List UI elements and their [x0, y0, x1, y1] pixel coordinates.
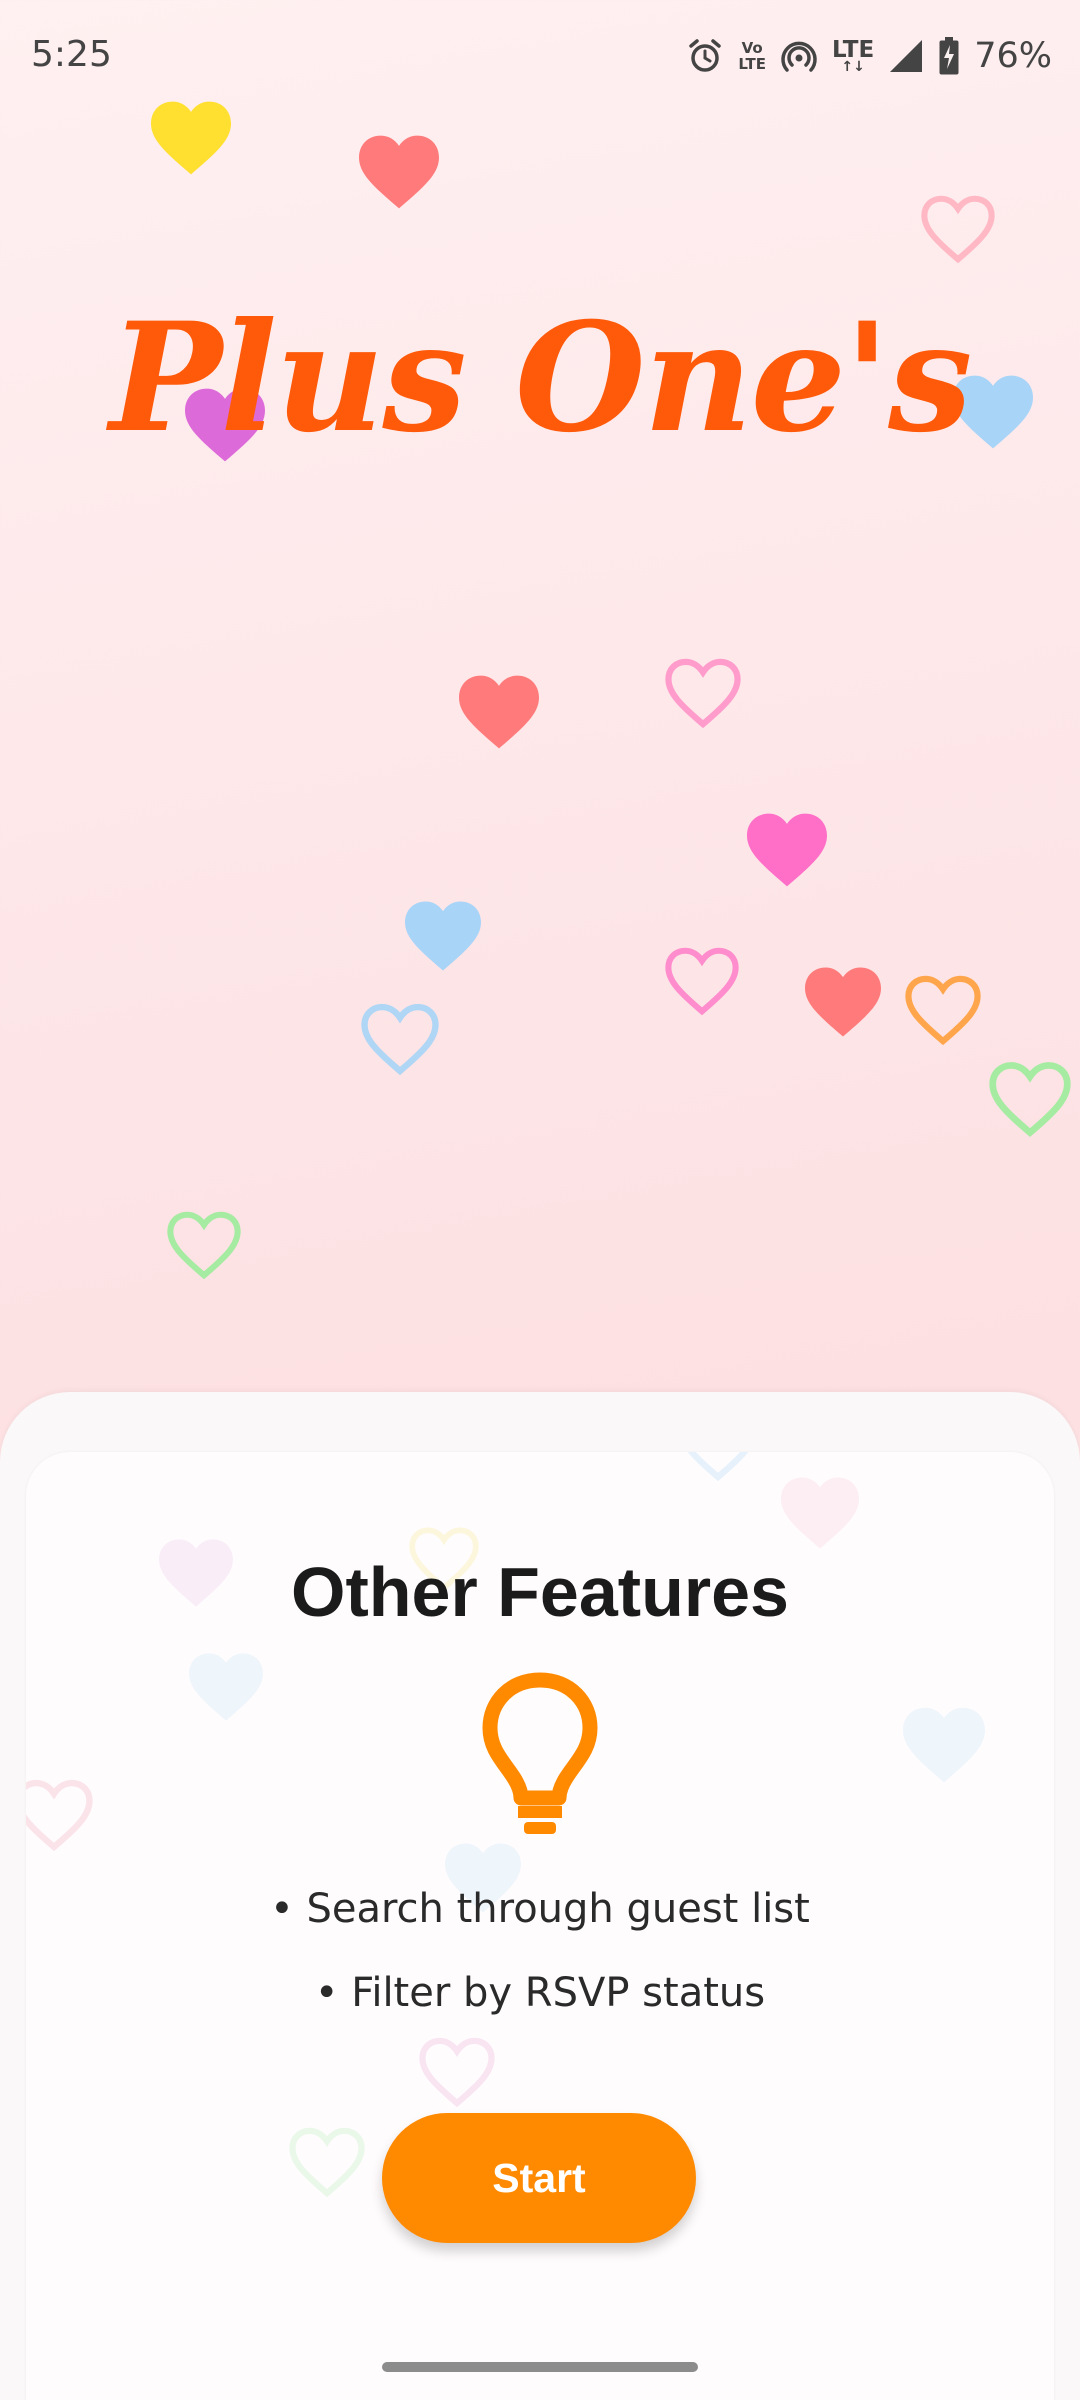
volte-top-label: Vo: [741, 39, 763, 57]
status-time: 5:25: [31, 34, 112, 75]
heart-icon: [189, 1653, 263, 1721]
alarm-icon: [686, 37, 724, 75]
heart-outline-icon: [665, 658, 741, 729]
heart-icon: [359, 135, 439, 209]
heart-outline-icon: [419, 2037, 495, 2108]
heart-outline-icon: [167, 1211, 241, 1280]
heart-icon: [781, 1477, 859, 1549]
hotspot-icon: [780, 37, 818, 75]
heart-icon: [405, 901, 481, 971]
heart-icon: [151, 101, 231, 175]
heart-icon: [747, 813, 827, 887]
card-title: Other Features: [291, 1553, 789, 1631]
volte-icon: Vo LTE: [738, 40, 766, 72]
signal-icon: [888, 38, 924, 74]
heart-icon: [459, 675, 539, 749]
heart-outline-icon: [905, 975, 981, 1046]
heart-outline-icon: [665, 947, 739, 1016]
status-icons: Vo LTE LTE ↑↓ 76%: [686, 32, 1052, 80]
battery-percentage: 76%: [974, 36, 1052, 76]
heart-outline-icon: [26, 1779, 93, 1852]
volte-bottom-label: LTE: [738, 55, 766, 73]
lte-label: LTE: [831, 37, 875, 63]
feature-search-guest-list: • Search through guest list: [270, 1886, 810, 1932]
start-button[interactable]: Start: [382, 2113, 696, 2243]
heart-icon: [805, 967, 881, 1037]
lte-icon: LTE ↑↓: [831, 37, 875, 75]
battery-charging-icon: [938, 36, 960, 76]
heart-outline-icon: [361, 1003, 439, 1076]
heart-outline-icon: [921, 195, 995, 264]
heart-icon: [903, 1707, 985, 1783]
app-title: Plus One's: [109, 290, 972, 466]
lte-arrows: ↑↓: [841, 59, 865, 75]
home-indicator[interactable]: [382, 2362, 698, 2372]
heart-outline-icon: [989, 1062, 1071, 1137]
lightbulb-icon: [482, 1672, 598, 1834]
heart-outline-icon: [289, 2127, 365, 2198]
feature-filter-rsvp: • Filter by RSVP status: [314, 1970, 766, 2016]
heart-outline-icon: [687, 1452, 749, 1482]
features-card: Other Features • Search through guest li…: [26, 1452, 1054, 2400]
